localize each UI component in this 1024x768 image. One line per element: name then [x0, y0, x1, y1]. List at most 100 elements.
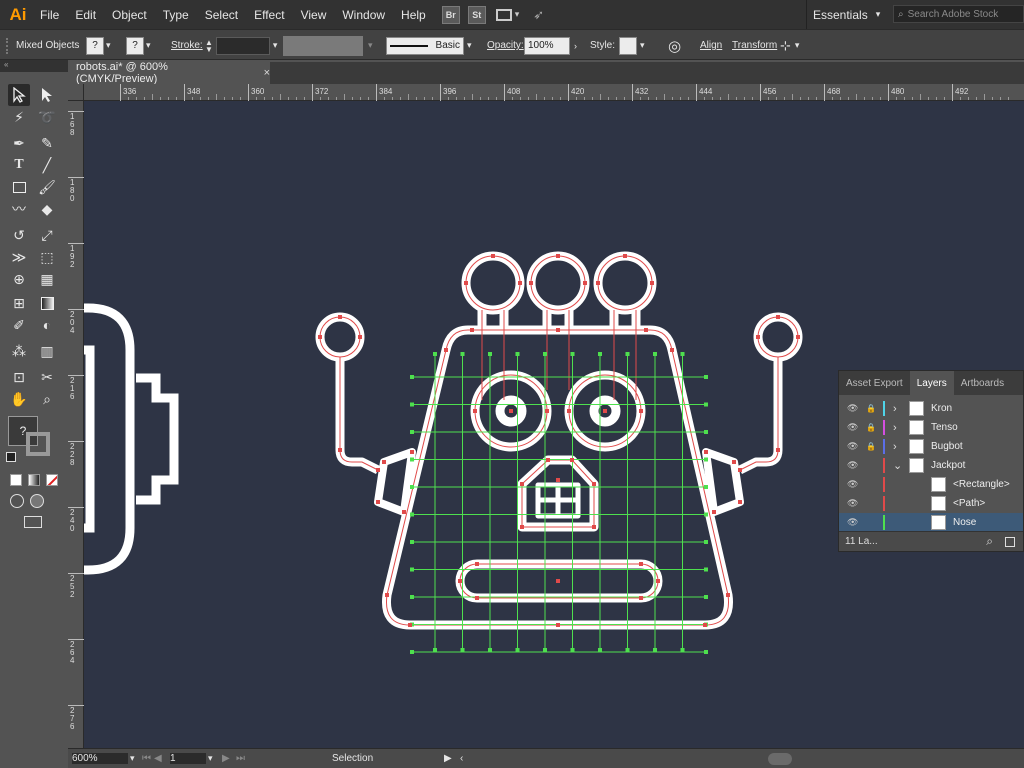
path-anchor-point[interactable] — [703, 623, 707, 627]
grid-anchor-point[interactable] — [704, 567, 708, 572]
grid-anchor-point[interactable] — [653, 648, 657, 652]
lock-icon[interactable]: 🔒 — [866, 404, 876, 413]
scale-tool-icon[interactable]: ⤢ — [36, 224, 58, 246]
free-transform-tool-icon[interactable]: ⬚ — [36, 246, 58, 268]
grid-anchor-point[interactable] — [410, 375, 414, 379]
path-anchor-point[interactable] — [644, 328, 648, 332]
grid-anchor-point[interactable] — [680, 352, 685, 356]
layer-row-6[interactable]: 👁⌄Nose — [839, 513, 1023, 532]
perspective-grid-tool-icon[interactable]: ▦ — [36, 268, 58, 290]
path-anchor-point[interactable] — [639, 562, 643, 566]
line-segment-tool-icon[interactable]: ╱ — [36, 154, 58, 176]
close-icon[interactable]: × — [264, 67, 270, 79]
paintbrush-tool-icon[interactable]: 🖌 — [36, 176, 58, 198]
path-anchor-point[interactable] — [529, 281, 533, 285]
artboard-navigator[interactable]: 1 ▾ — [170, 751, 213, 766]
first-artboard-icon[interactable]: ⏮ — [142, 751, 151, 766]
layer-row-5[interactable]: 👁 <Path> — [839, 494, 1023, 513]
path-anchor-point[interactable] — [338, 315, 342, 319]
curvature-tool-icon[interactable]: ✎ — [36, 132, 58, 154]
grid-anchor-point[interactable] — [460, 648, 465, 652]
rectangle-tool-icon[interactable] — [8, 176, 30, 198]
path-anchor-point[interactable] — [650, 281, 654, 285]
path-anchor-point[interactable] — [475, 596, 479, 600]
menu-select[interactable]: Select — [197, 8, 246, 22]
menu-effect[interactable]: Effect — [246, 8, 292, 22]
path-anchor-point[interactable] — [670, 348, 674, 352]
path-anchor-point[interactable] — [464, 281, 468, 285]
rotate-tool-icon[interactable]: ↺ — [8, 224, 30, 246]
magic-wand-tool-icon[interactable]: ⚡ — [8, 106, 30, 128]
path-anchor-point[interactable] — [556, 623, 560, 627]
stroke-label[interactable]: Stroke: — [171, 30, 203, 61]
eyedropper-tool-icon[interactable]: ✐ — [8, 314, 30, 336]
grid-anchor-point[interactable] — [410, 512, 414, 517]
path-anchor-point[interactable] — [520, 482, 524, 486]
grid-anchor-point[interactable] — [433, 352, 437, 356]
grid-anchor-point[interactable] — [488, 648, 492, 652]
path-anchor-point[interactable] — [376, 500, 380, 504]
menu-file[interactable]: File — [32, 8, 67, 22]
layer-row-4[interactable]: 👁 <Rectangle> — [839, 475, 1023, 494]
opacity-label[interactable]: Opacity: — [487, 30, 524, 61]
stroke-weight-input[interactable] — [215, 36, 270, 55]
chevron-right-icon[interactable]: › — [893, 403, 897, 415]
screen-mode-icon[interactable] — [24, 516, 42, 528]
grid-anchor-point[interactable] — [680, 648, 685, 652]
menu-window[interactable]: Window — [334, 8, 393, 22]
path-anchor-point[interactable] — [592, 482, 596, 486]
visibility-eye-icon[interactable]: 👁 — [847, 422, 858, 433]
symbol-sprayer-tool-icon[interactable]: ⁂ — [8, 340, 30, 362]
vertical-ruler[interactable]: 168 180 192 204 216 228 240 252 264 276 — [68, 101, 84, 748]
isolate-icon[interactable]: ⊹ ▾ — [780, 30, 799, 61]
grid-anchor-point[interactable] — [410, 402, 414, 407]
grid-anchor-point[interactable] — [410, 457, 414, 462]
layer-row-2[interactable]: 👁 🔒 › Bugbot — [839, 437, 1023, 456]
partial-robot-left[interactable] — [84, 303, 179, 575]
path-anchor-point[interactable] — [545, 409, 549, 413]
recolor-artwork-icon[interactable]: ◎ — [668, 30, 681, 61]
grid-anchor-point[interactable] — [704, 540, 708, 544]
draw-mode-icon[interactable] — [10, 494, 24, 508]
type-tool-icon[interactable]: T — [8, 154, 30, 176]
shape-builder-tool-icon[interactable]: ⊕ — [8, 268, 30, 290]
path-anchor-point[interactable] — [458, 579, 462, 583]
visibility-eye-icon[interactable]: 👁 — [847, 403, 858, 414]
path-anchor-point[interactable] — [776, 315, 780, 319]
path-anchor-point[interactable] — [556, 579, 560, 583]
next-artboard-icon[interactable]: ▶ — [222, 751, 230, 766]
color-mode-icon[interactable] — [10, 474, 22, 486]
slice-tool-icon[interactable]: ✂ — [36, 366, 58, 388]
new-layer-icon[interactable] — [1005, 536, 1015, 547]
path-anchor-point[interactable] — [656, 579, 660, 583]
last-artboard-icon[interactable]: ⏭ — [236, 751, 245, 766]
path-anchor-point[interactable] — [556, 328, 560, 332]
path-anchor-point[interactable] — [473, 409, 477, 413]
opacity-field[interactable]: 100% › — [524, 30, 577, 61]
stock-search-field[interactable]: ⌕ Search Adobe Stock — [893, 5, 1024, 23]
grid-anchor-point[interactable] — [410, 430, 414, 434]
path-anchor-point[interactable] — [382, 460, 386, 464]
mesh-tool-icon[interactable]: ⊞ — [8, 292, 30, 314]
path-anchor-point[interactable] — [583, 281, 587, 285]
path-anchor-point[interactable] — [556, 254, 560, 258]
fill-swatch[interactable]: ? ▾ — [86, 30, 111, 61]
grid-anchor-point[interactable] — [410, 540, 414, 544]
status-menu-arrow-icon[interactable]: ▶ — [444, 751, 452, 766]
column-graph-tool-icon[interactable]: ▥ — [36, 340, 58, 362]
path-anchor-point[interactable] — [603, 409, 607, 413]
previous-artboard-icon[interactable]: ◀ — [154, 751, 162, 766]
graphic-style-picker[interactable]: ▾ — [619, 30, 645, 61]
path-anchor-point[interactable] — [567, 409, 571, 413]
grid-anchor-point[interactable] — [515, 648, 520, 652]
menu-edit[interactable]: Edit — [67, 8, 104, 22]
path-anchor-point[interactable] — [732, 460, 736, 464]
path-anchor-point[interactable] — [444, 348, 448, 352]
path-anchor-point[interactable] — [358, 335, 362, 339]
none-mode-icon[interactable] — [46, 474, 58, 486]
grid-anchor-point[interactable] — [543, 648, 547, 652]
gradient-tool-icon[interactable] — [36, 292, 58, 314]
align-link[interactable]: Align — [700, 30, 722, 61]
grid-anchor-point[interactable] — [704, 430, 708, 434]
chevron-right-icon[interactable]: › — [893, 422, 897, 434]
